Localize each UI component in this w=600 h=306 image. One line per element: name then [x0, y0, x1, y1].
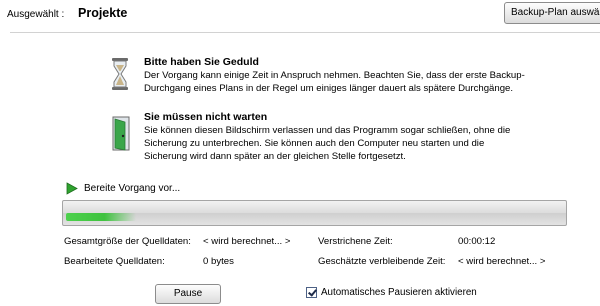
wait-description-line: Durchgang eines Plans in der Regel um ei… — [144, 82, 514, 94]
auto-pause-checkbox[interactable] — [306, 287, 317, 298]
wait-title: Bitte haben Sie Geduld — [144, 56, 259, 68]
no-wait-description-line: Sicherung wird dann später an der gleich… — [144, 150, 406, 162]
remaining-time-value: < wird berechnet... > — [458, 256, 546, 267]
no-wait-description: Sie können diesen Bildschirm verlassen u… — [144, 125, 574, 163]
wait-description: Der Vorgang kann einige Zeit in Anspruch… — [144, 70, 574, 96]
elapsed-time-value: 00:00:12 — [458, 236, 496, 247]
total-size-value: < wird berechnet... > — [203, 236, 291, 247]
total-size-label: Gesamtgröße der Quelldaten: — [64, 236, 191, 247]
processed-data-label: Bearbeitete Quelldaten: — [64, 256, 165, 267]
wait-description-line: Der Vorgang kann einige Zeit in Anspruch… — [144, 70, 525, 81]
selected-label: Ausgewählt : — [7, 9, 65, 20]
play-icon — [66, 182, 78, 198]
progress-bar — [62, 200, 567, 226]
processed-data-value: 0 bytes — [203, 256, 234, 267]
pause-button[interactable]: Pause — [155, 284, 221, 304]
hourglass-icon — [109, 57, 131, 91]
header-divider — [10, 32, 600, 33]
door-exit-icon — [111, 116, 133, 151]
progress-fill — [66, 213, 136, 221]
remaining-time-label: Geschätzte verbleibende Zeit: — [318, 256, 446, 267]
status-text: Bereite Vorgang vor... — [84, 183, 181, 194]
select-backup-plan-button[interactable]: Backup-Plan auswä — [504, 2, 600, 24]
no-wait-description-line: Sicherung zu unterbrechen. Sie können au… — [144, 137, 485, 149]
no-wait-title: Sie müssen nicht warten — [144, 111, 268, 123]
auto-pause-label[interactable]: Automatisches Pausieren aktivieren — [321, 287, 477, 298]
selected-value: Projekte — [78, 6, 128, 20]
no-wait-description-line: Sie können diesen Bildschirm verlassen u… — [144, 125, 511, 136]
elapsed-time-label: Verstrichene Zeit: — [318, 236, 393, 247]
